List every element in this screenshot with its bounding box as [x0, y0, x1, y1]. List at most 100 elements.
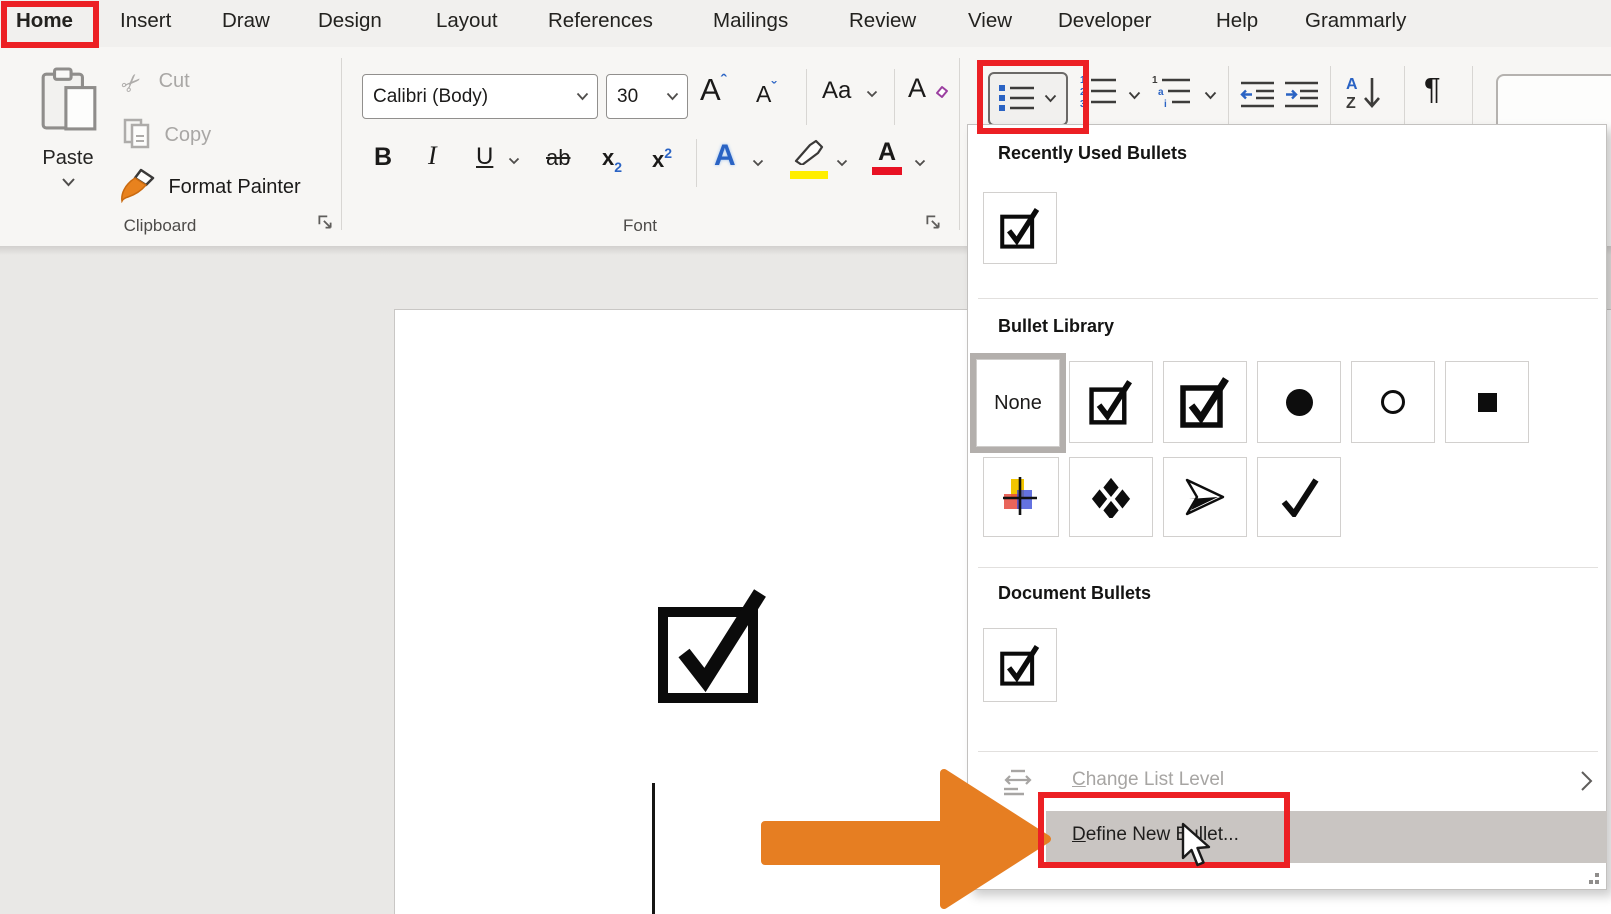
bullet-option-filled-square[interactable]	[1445, 361, 1529, 443]
change-case-button[interactable]: Aa	[822, 77, 878, 105]
copy-button[interactable]: Copy	[122, 117, 211, 149]
highlight-color-button[interactable]	[790, 139, 828, 179]
clear-formatting-button[interactable]: A	[908, 73, 949, 104]
sort-button[interactable]: A Z	[1346, 74, 1390, 117]
highlight-chevron-icon[interactable]	[836, 159, 848, 167]
increase-indent-button[interactable]	[1284, 80, 1320, 113]
cut-button[interactable]: ✂ Cut	[122, 69, 190, 98]
multilevel-chevron-icon[interactable]	[1204, 91, 1217, 100]
paste-label: Paste	[30, 147, 106, 170]
small-separator	[806, 69, 807, 125]
red-annotation-bullets-button	[977, 60, 1089, 134]
tab-draw[interactable]: Draw	[222, 9, 270, 33]
red-annotation-home-tab	[1, 1, 99, 48]
tab-mailings[interactable]: Mailings	[713, 9, 788, 33]
superscript-x: x	[652, 147, 664, 172]
italic-button[interactable]: I	[428, 141, 437, 171]
decrease-indent-icon	[1240, 80, 1276, 108]
small-separator	[894, 69, 895, 125]
svg-text:i: i	[1164, 99, 1167, 108]
chevron-down-icon	[61, 177, 76, 187]
font-color-a: A	[872, 139, 902, 165]
font-color-chevron-icon[interactable]	[914, 159, 926, 167]
text-effects-a: A	[714, 139, 736, 172]
italic-label: I	[428, 141, 437, 170]
open-circle-icon	[1381, 390, 1405, 414]
text-effects-button[interactable]: A	[714, 139, 736, 173]
tab-design[interactable]: Design	[318, 9, 382, 33]
tab-insert[interactable]: Insert	[120, 9, 171, 33]
clear-formatting-a: A	[908, 73, 925, 103]
clipboard-group-label: Clipboard	[105, 216, 215, 236]
tab-view[interactable]: View	[968, 9, 1012, 33]
tab-developer[interactable]: Developer	[1058, 9, 1151, 33]
grow-font-button[interactable]: Aˆ	[700, 71, 726, 108]
tab-grammarly[interactable]: Grammarly	[1305, 9, 1406, 33]
bullet-option-arrowhead[interactable]	[1163, 457, 1247, 537]
paste-button[interactable]: Paste	[30, 63, 106, 193]
bullet-option-colored-plus[interactable]	[983, 457, 1059, 537]
group-separator	[959, 58, 960, 230]
menu-divider	[978, 298, 1598, 299]
bullet-option-checkbox-document[interactable]	[983, 628, 1057, 702]
sort-az-icon: A Z	[1346, 74, 1390, 112]
underline-label: U	[476, 143, 493, 170]
scissors-icon: ✂	[115, 66, 150, 101]
small-separator	[1330, 66, 1331, 130]
tab-review[interactable]: Review	[849, 9, 916, 33]
font-size-combobox[interactable]: 30	[606, 74, 688, 119]
clipboard-dialog-launcher-icon[interactable]	[316, 213, 334, 231]
svg-text:a: a	[1158, 87, 1164, 98]
show-paragraph-marks-button[interactable]: ¶	[1424, 71, 1441, 107]
subscript-button[interactable]: x2	[602, 145, 622, 175]
bullet-option-checkmark[interactable]	[1257, 457, 1341, 537]
small-separator	[1472, 66, 1473, 130]
underline-options-chevron-icon[interactable]	[508, 157, 520, 165]
bullet-option-open-circle[interactable]	[1351, 361, 1435, 443]
colored-plus-bullet-icon	[1001, 477, 1041, 517]
tab-references[interactable]: References	[548, 9, 653, 33]
decrease-indent-button[interactable]	[1240, 80, 1276, 113]
checked-checkbox-icon	[1179, 374, 1231, 430]
multilevel-list-icon: 1 a i	[1152, 74, 1196, 108]
text-effects-chevron-icon[interactable]	[752, 159, 764, 167]
format-painter-button[interactable]: Format Painter	[120, 167, 301, 203]
arrowhead-bullet-icon	[1185, 478, 1225, 516]
bold-label: B	[374, 143, 392, 171]
sort-z-letter: Z	[1346, 95, 1356, 112]
tab-help[interactable]: Help	[1216, 9, 1258, 33]
subscript-2: 2	[614, 159, 622, 175]
bullet-option-none-selected[interactable]: None	[970, 353, 1066, 453]
small-separator	[1404, 66, 1405, 130]
tab-layout[interactable]: Layout	[436, 9, 498, 33]
accel-letter: C	[1072, 769, 1086, 790]
bullet-option-checkbox-recent[interactable]	[983, 192, 1057, 264]
strikethrough-button[interactable]: ab	[546, 145, 570, 171]
font-group-label: Font	[590, 216, 690, 236]
sort-a-letter: A	[1346, 76, 1358, 93]
copy-label: Copy	[164, 124, 211, 146]
bold-button[interactable]: B	[374, 143, 392, 172]
checked-checkbox-icon	[999, 642, 1041, 688]
multilevel-list-button[interactable]: 1 a i	[1152, 74, 1196, 113]
copy-icon	[122, 117, 152, 149]
font-name-combobox[interactable]: Calibri (Body)	[362, 74, 598, 119]
mouse-cursor	[1180, 822, 1212, 868]
subscript-x: x	[602, 145, 614, 170]
bullet-option-filled-circle[interactable]	[1257, 361, 1341, 443]
bullet-option-four-diamonds[interactable]	[1069, 457, 1153, 537]
font-size-value: 30	[617, 86, 638, 108]
underline-button[interactable]: U	[476, 143, 493, 171]
bullet-option-checkbox[interactable]	[1069, 361, 1153, 443]
font-color-button[interactable]: A	[872, 139, 902, 175]
bullet-option-checkbox-large[interactable]	[1163, 361, 1247, 443]
submenu-chevron-icon	[1580, 770, 1593, 792]
recently-used-bullets-heading: Recently Used Bullets	[998, 143, 1187, 164]
superscript-button[interactable]: x2	[652, 145, 672, 173]
highlight-yellow-bar	[790, 171, 828, 179]
filled-square-icon	[1478, 393, 1497, 412]
shrink-font-button[interactable]: Aˇ	[756, 79, 776, 108]
numbering-chevron-icon[interactable]	[1128, 91, 1141, 100]
menu-divider	[978, 751, 1598, 752]
font-dialog-launcher-icon[interactable]	[924, 213, 942, 231]
